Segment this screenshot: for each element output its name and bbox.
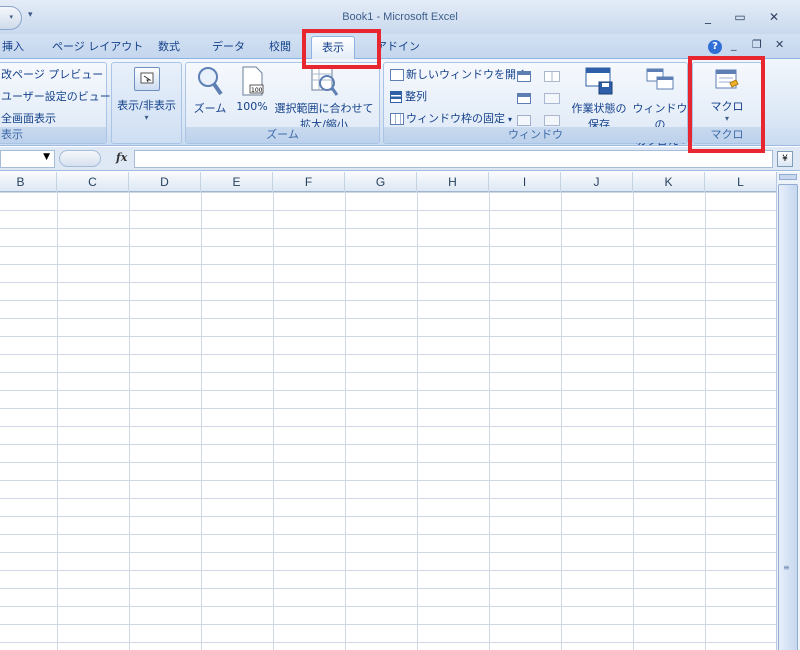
column-header-g[interactable]: G: [345, 172, 417, 192]
freeze-dropdown-icon: ▾: [508, 115, 513, 124]
column-header-k[interactable]: K: [633, 172, 705, 192]
tab-data[interactable]: データ: [210, 38, 247, 58]
full-screen-button[interactable]: 全画面表示: [1, 110, 56, 128]
split-box[interactable]: [779, 174, 797, 180]
zoom-button[interactable]: ズーム: [190, 65, 230, 116]
zoom-selection-icon: [311, 67, 339, 96]
custom-views-button[interactable]: ユーザー設定のビュー: [1, 88, 111, 106]
ribbon: 改ページ プレビュー ユーザー設定のビュー 全画面表示 表示 表示/非表示 ▾: [0, 59, 800, 147]
workbook-close-button[interactable]: ✕: [775, 38, 784, 51]
arrange-all-button[interactable]: 整列: [390, 88, 427, 106]
unhide-window-icon: [517, 114, 531, 126]
magnifier-icon: [198, 67, 223, 96]
group-workbook-views: 改ページ プレビュー ユーザー設定のビュー 全画面表示 表示: [0, 62, 111, 144]
tab-formulas[interactable]: 数式: [156, 38, 182, 58]
synchronous-scrolling-button[interactable]: [544, 89, 562, 107]
formula-input[interactable]: [134, 150, 773, 168]
svg-text:100: 100: [251, 87, 263, 94]
save-workspace-icon: [585, 67, 613, 95]
show-hide-icon: [133, 67, 160, 91]
group-zoom: ズーム 100 100% 選択範囲に合わせて 拡大/縮小 ズーム: [185, 62, 380, 144]
column-header-l[interactable]: L: [705, 172, 777, 192]
page-break-preview-button[interactable]: 改ページ プレビュー: [1, 66, 103, 84]
formula-bar: ▼ fx ¥: [0, 147, 800, 171]
tab-insert[interactable]: 挿入: [0, 38, 26, 58]
vertical-scrollbar[interactable]: ≡: [776, 172, 800, 650]
new-window-icon: [390, 69, 404, 81]
zoom-to-selection-button[interactable]: 選択範囲に合わせて 拡大/縮小: [272, 65, 376, 132]
tab-addins[interactable]: アドイン: [374, 38, 422, 58]
column-header-d[interactable]: D: [129, 172, 201, 192]
group-window: 新しいウィンドウを開く 整列 ウィンドウ枠の固定 ▾ 作業状態の 保存 ウィンド…: [383, 62, 688, 147]
column-header-j[interactable]: J: [561, 172, 633, 192]
group-show-hide: 表示/非表示 ▾: [111, 62, 182, 144]
show-hide-button[interactable]: 表示/非表示 ▾: [112, 67, 181, 122]
column-header-f[interactable]: F: [273, 172, 345, 192]
group-label-zoom: ズーム: [186, 127, 379, 143]
tab-page-layout[interactable]: ページ レイアウト: [50, 38, 145, 58]
save-workspace-button[interactable]: 作業状態の 保存: [570, 65, 628, 132]
expand-formula-bar-button[interactable]: ¥: [777, 151, 793, 167]
maximize-button[interactable]: ▭: [729, 8, 751, 26]
formula-controls: [59, 150, 101, 167]
side-by-side-icon: [544, 70, 560, 82]
column-header-e[interactable]: E: [201, 172, 273, 192]
tab-review[interactable]: 校閲: [267, 38, 293, 58]
group-label-window: ウィンドウ: [384, 127, 687, 143]
worksheet-grid[interactable]: [0, 192, 776, 650]
workbook-minimize-button[interactable]: _: [731, 38, 737, 51]
split-icon: [517, 70, 531, 82]
group-label-views: 表示: [0, 127, 106, 143]
scrollbar-thumb[interactable]: [778, 184, 798, 650]
freeze-panes-icon: [390, 113, 404, 125]
name-box-dropdown-icon[interactable]: ▼: [43, 152, 50, 162]
highlight-view-tab: [302, 29, 381, 69]
insert-function-icon[interactable]: fx: [116, 151, 127, 164]
workbook-restore-button[interactable]: ❐: [752, 38, 762, 51]
name-box[interactable]: ▼: [0, 150, 55, 168]
ribbon-tabs: 挿入 ページ レイアウト 数式 データ 校閲 表示 アドイン: [0, 34, 800, 60]
arrange-icon: [390, 91, 402, 103]
reset-position-icon: [544, 114, 560, 126]
zoom-100-button[interactable]: 100 100%: [234, 65, 270, 113]
hide-window-button[interactable]: [517, 89, 533, 107]
help-icon[interactable]: ?: [708, 40, 722, 54]
window-title: Book1 - Microsoft Excel: [342, 11, 458, 23]
split-button[interactable]: [517, 67, 533, 85]
sync-scroll-icon: [544, 92, 560, 104]
document-100-icon: 100: [242, 66, 264, 96]
column-header-b[interactable]: B: [0, 172, 57, 192]
column-header-h[interactable]: H: [417, 172, 489, 192]
switch-windows-icon: [646, 68, 674, 90]
column-header-c[interactable]: C: [57, 172, 129, 192]
view-side-by-side-button[interactable]: [544, 67, 562, 85]
scrollbar-grip-icon: ≡: [783, 563, 790, 572]
column-header-i[interactable]: I: [489, 172, 561, 192]
close-button[interactable]: ✕: [763, 8, 785, 26]
title-bar: ▾ ▾ Book1 - Microsoft Excel _ ▭ ✕: [0, 0, 800, 34]
freeze-panes-button[interactable]: ウィンドウ枠の固定 ▾: [390, 110, 512, 128]
column-headers: B C D E F G H I J K L: [0, 172, 777, 192]
highlight-macro-group: [688, 56, 765, 153]
excel-window: ▾ ▾ Book1 - Microsoft Excel _ ▭ ✕ 挿入 ページ…: [0, 0, 800, 650]
new-window-button[interactable]: 新しいウィンドウを開く: [390, 66, 527, 84]
minimize-button[interactable]: _: [697, 8, 719, 26]
hide-window-icon: [517, 92, 531, 104]
